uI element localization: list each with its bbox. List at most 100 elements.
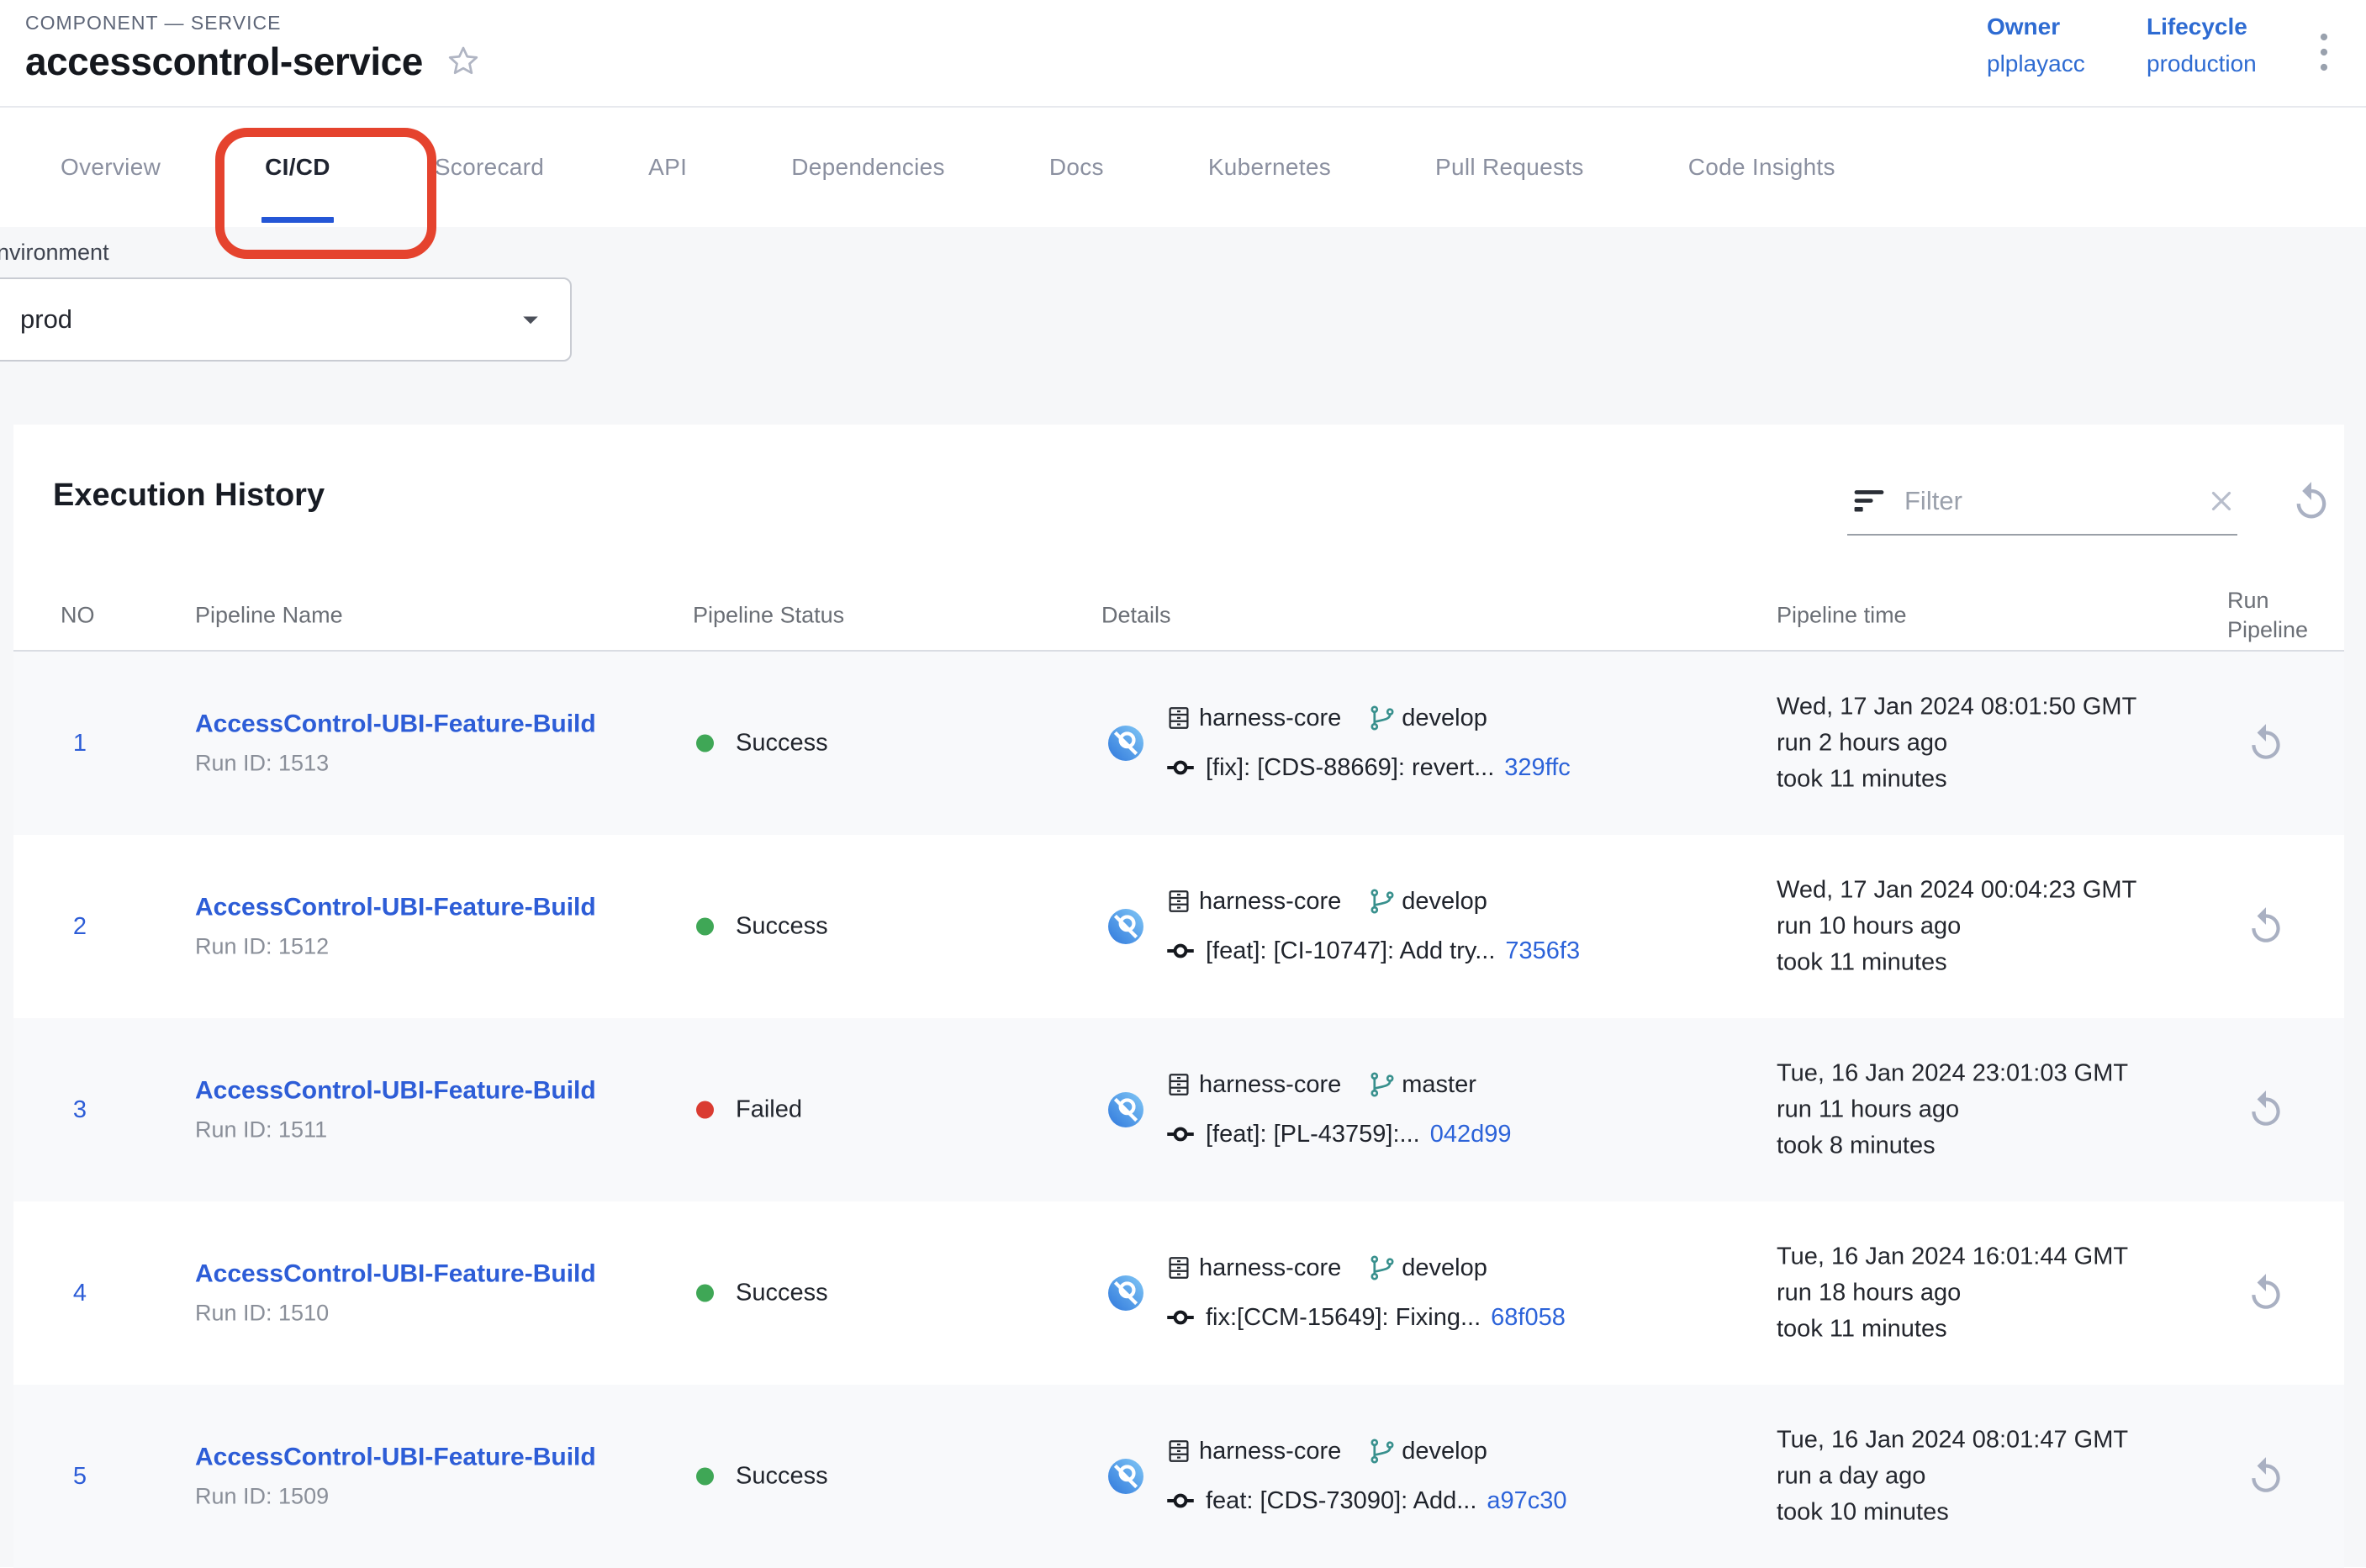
branch-name: develop <box>1402 705 1487 732</box>
commit-hash-link[interactable]: 7356f3 <box>1505 937 1580 965</box>
pipeline-status: Failed <box>696 1096 802 1124</box>
pipeline-name-link[interactable]: AccessControl-UBI-Feature-Build <box>195 1077 596 1106</box>
pipeline-avatar-icon <box>1108 1275 1143 1311</box>
table-header: NO Pipeline Name Pipeline Status Details… <box>13 580 2344 652</box>
execution-history-card: Execution History NO Pipeline Name Pipel… <box>13 425 2344 1567</box>
commit-hash-link[interactable]: 042d99 <box>1430 1121 1512 1148</box>
environment-label: Environment <box>0 240 109 266</box>
rerun-icon <box>2245 905 2287 948</box>
tab-dependencies[interactable]: Dependencies <box>739 108 997 227</box>
commit-message: [fix]: [CDS-88669]: revert... <box>1206 754 1494 782</box>
tab-overview[interactable]: Overview <box>8 108 213 227</box>
star-icon <box>445 43 482 80</box>
time-date: Wed, 17 Jan 2024 08:01:50 GMT <box>1777 689 2136 726</box>
repository-icon <box>1165 888 1192 915</box>
branch-name: develop <box>1402 1254 1487 1282</box>
tab-api[interactable]: API <box>596 108 739 227</box>
breadcrumb: COMPONENT — SERVICE <box>25 12 281 34</box>
time-date: Tue, 16 Jan 2024 23:01:03 GMT <box>1777 1056 2128 1092</box>
time-ran: run 2 hours ago <box>1777 726 2136 762</box>
repository-icon <box>1165 705 1192 731</box>
time-took: took 11 minutes <box>1777 1312 2128 1348</box>
tab-scorecard[interactable]: Scorecard <box>383 108 596 227</box>
pipeline-name-link[interactable]: AccessControl-UBI-Feature-Build <box>195 710 596 739</box>
tab-kubernetes[interactable]: Kubernetes <box>1156 108 1383 227</box>
commit-message: feat: [CDS-73090]: Add... <box>1206 1487 1476 1515</box>
lifecycle-label: Lifecycle <box>2147 13 2257 40</box>
status-dot <box>696 1101 714 1119</box>
owner-block: Owner plplayacc <box>1987 13 2085 77</box>
column-header-run: Run Pipeline <box>2227 586 2345 645</box>
pipeline-avatar-icon <box>1108 909 1143 944</box>
commit-hash-link[interactable]: a97c30 <box>1487 1487 1566 1515</box>
rerun-icon <box>2245 1089 2287 1131</box>
tab-docs[interactable]: Docs <box>997 108 1156 227</box>
chevron-down-icon <box>513 302 548 337</box>
tab-cicd[interactable]: CI/CD <box>213 108 383 227</box>
time-took: took 10 minutes <box>1777 1495 2128 1531</box>
clear-filter-button[interactable] <box>2205 485 2237 517</box>
owner-label: Owner <box>1987 13 2085 40</box>
commit-hash-link[interactable]: 329ffc <box>1504 754 1570 782</box>
column-header-time: Pipeline time <box>1777 602 1907 628</box>
table-row: 4 AccessControl-UBI-Feature-Build Run ID… <box>13 1201 2344 1385</box>
tab-code-insights[interactable]: Code Insights <box>1636 108 1888 227</box>
filter-input[interactable] <box>1903 485 2190 517</box>
pipeline-details: harness-core develop feat: [CDS-73090]: … <box>1108 1437 1567 1516</box>
run-pipeline-button[interactable] <box>2245 905 2287 948</box>
more-options-button[interactable] <box>2319 29 2344 76</box>
time-took: took 8 minutes <box>1777 1128 2128 1164</box>
row-number-link[interactable]: 3 <box>61 1018 99 1201</box>
page-title: accesscontrol-service <box>25 39 423 84</box>
column-header-status: Pipeline Status <box>693 602 844 628</box>
git-branch-icon <box>1368 887 1397 916</box>
favorite-button[interactable] <box>445 43 482 80</box>
git-commit-icon <box>1165 1486 1196 1516</box>
pipeline-name-link[interactable]: AccessControl-UBI-Feature-Build <box>195 1260 596 1289</box>
filter-icon <box>1851 483 1888 520</box>
row-number-link[interactable]: 5 <box>61 1385 99 1568</box>
repo-name: harness-core <box>1199 1438 1341 1465</box>
lifecycle-link[interactable]: production <box>2147 50 2257 77</box>
close-icon <box>2205 485 2237 517</box>
run-pipeline-button[interactable] <box>2245 1455 2287 1497</box>
git-commit-icon <box>1165 1302 1196 1333</box>
rerun-icon <box>2245 722 2287 764</box>
pipeline-details: harness-core develop [fix]: [CDS-88669]:… <box>1108 704 1571 783</box>
table-row: 2 AccessControl-UBI-Feature-Build Run ID… <box>13 835 2344 1018</box>
time-ran: run 10 hours ago <box>1777 909 2136 945</box>
pipeline-name-link[interactable]: AccessControl-UBI-Feature-Build <box>195 894 596 922</box>
run-pipeline-button[interactable] <box>2245 1272 2287 1314</box>
time-date: Wed, 17 Jan 2024 00:04:23 GMT <box>1777 873 2136 909</box>
pipeline-avatar-icon <box>1108 726 1143 761</box>
environment-select[interactable]: prod <box>0 277 572 362</box>
panel-title: Execution History <box>53 478 325 514</box>
commit-hash-link[interactable]: 68f058 <box>1491 1304 1566 1332</box>
status-label: Success <box>736 1463 828 1491</box>
row-number-link[interactable]: 2 <box>61 835 99 1018</box>
tab-pull-requests[interactable]: Pull Requests <box>1383 108 1636 227</box>
owner-link[interactable]: plplayacc <box>1987 50 2085 77</box>
refresh-button[interactable] <box>2289 480 2333 524</box>
time-ran: run 18 hours ago <box>1777 1275 2128 1312</box>
status-dot <box>696 735 714 752</box>
branch-name: develop <box>1402 1438 1487 1465</box>
run-id: Run ID: 1513 <box>195 751 596 777</box>
repo-name: harness-core <box>1199 1071 1341 1099</box>
pipeline-time: Wed, 17 Jan 2024 00:04:23 GMT run 10 hou… <box>1777 873 2136 981</box>
column-header-no: NO <box>61 602 95 628</box>
git-branch-icon <box>1368 1070 1397 1099</box>
row-number-link[interactable]: 4 <box>61 1201 99 1385</box>
pipeline-status: Success <box>696 1280 828 1307</box>
run-pipeline-button[interactable] <box>2245 1089 2287 1131</box>
rerun-icon <box>2245 1272 2287 1314</box>
status-label: Success <box>736 1280 828 1307</box>
pipeline-time: Tue, 16 Jan 2024 08:01:47 GMT run a day … <box>1777 1423 2128 1531</box>
commit-message: [feat]: [CI-10747]: Add try... <box>1206 937 1495 965</box>
branch-name: master <box>1402 1071 1476 1099</box>
pipeline-name-link[interactable]: AccessControl-UBI-Feature-Build <box>195 1444 596 1472</box>
row-number-link[interactable]: 1 <box>61 652 99 835</box>
time-took: took 11 minutes <box>1777 945 2136 981</box>
run-pipeline-button[interactable] <box>2245 722 2287 764</box>
pipeline-status: Success <box>696 1463 828 1491</box>
